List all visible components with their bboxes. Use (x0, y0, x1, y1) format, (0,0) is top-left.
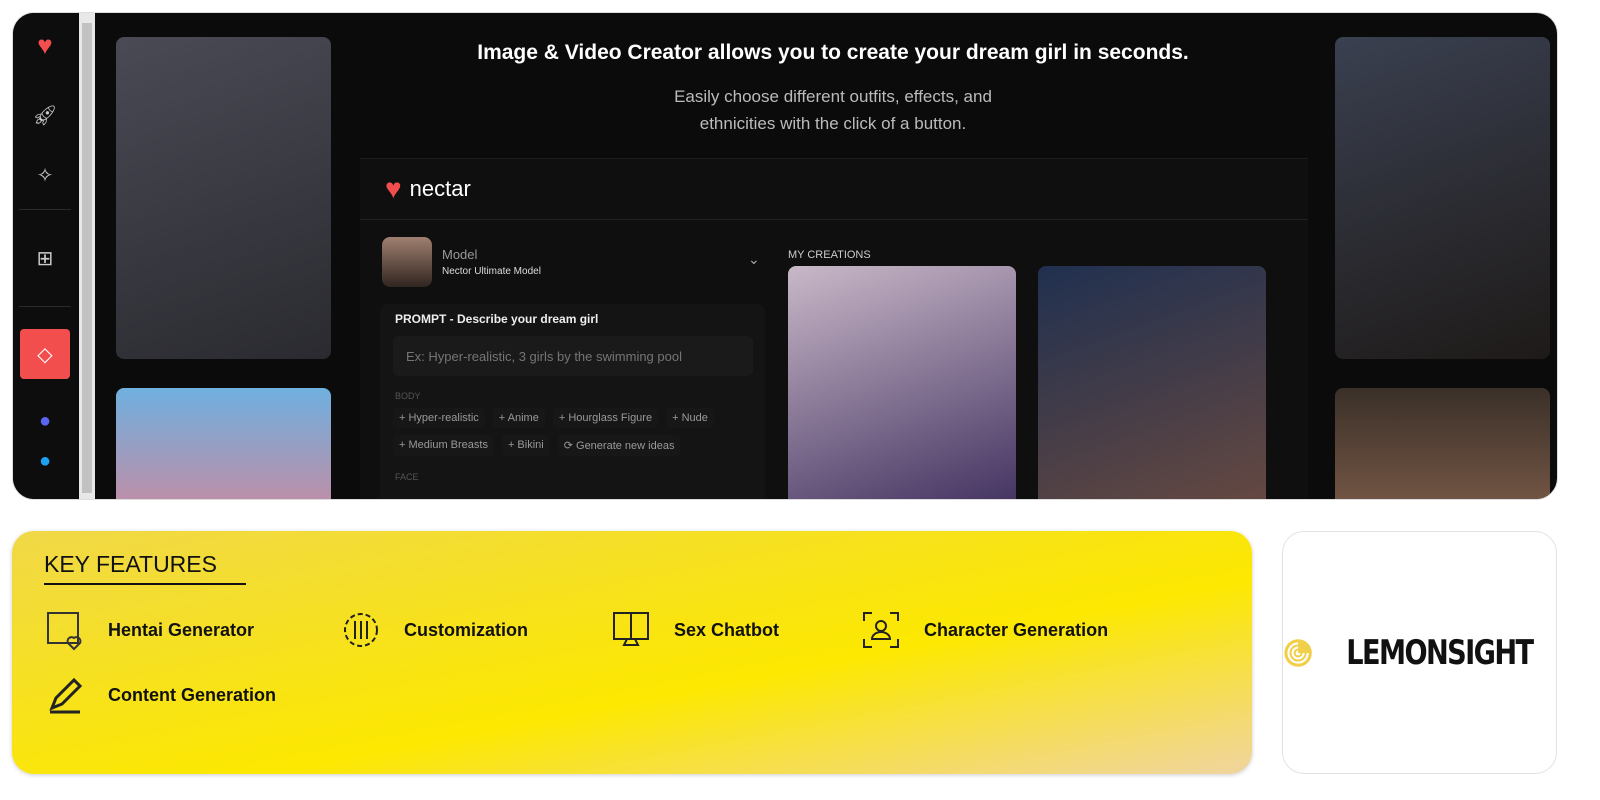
tag-chip[interactable]: + Nude (666, 408, 714, 428)
feature-item: Content Generation (44, 674, 276, 716)
model-label: Model (442, 247, 478, 262)
feature-item: Hentai Generator (44, 609, 254, 651)
user-frame-icon (863, 612, 899, 648)
discord-icon[interactable]: ● (25, 401, 65, 441)
face-label: FACE (395, 472, 419, 482)
tag-chip[interactable]: + Hourglass Figure (552, 408, 659, 428)
sidebar: ♥ 🚀︎ ✧ ⊞ ◇ ● ● (13, 13, 77, 499)
screenshot-panel: ♥ 🚀︎ ✧ ⊞ ◇ ● ● Image & Video Creator all… (12, 12, 1558, 500)
tag-chip[interactable]: + Hyper-realistic (393, 408, 485, 428)
tag-chip[interactable]: ⟳ Generate new ideas (557, 435, 681, 456)
features-title: KEY FEATURES (44, 551, 246, 585)
heart-pulse-icon: ♥ (385, 173, 402, 204)
gear-sliders-icon (344, 613, 378, 647)
lemonsight-logo: LEMONSIGHT (1282, 531, 1557, 774)
feature-label: Sex Chatbot (674, 619, 780, 640)
hero-title: Image & Video Creator allows you to crea… (477, 41, 1189, 64)
gallery-image (116, 388, 331, 499)
key-features-card: KEY FEATURES Hentai Generator Customizati… (12, 531, 1252, 774)
feature-item: Customization (340, 609, 528, 651)
creation-image[interactable] (788, 266, 1016, 499)
lemon-swirl-icon (1284, 638, 1312, 667)
chevron-down-icon[interactable]: ⌄ (748, 251, 760, 268)
model-selector[interactable]: Model Nector Ultimate Model (382, 237, 541, 287)
scrollbar[interactable] (79, 13, 95, 499)
feature-label: Character Generation (924, 619, 1109, 640)
tag-chip[interactable]: + Anime (492, 408, 545, 428)
gallery-image (1335, 37, 1550, 359)
pencil-icon (49, 677, 83, 714)
prompt-label: PROMPT - Describe your dream girl (395, 312, 599, 326)
feature-label: Hentai Generator (108, 619, 255, 640)
add-square-icon[interactable]: ⊞ (25, 238, 65, 278)
creation-image[interactable] (1038, 266, 1266, 499)
heart-pulse-icon[interactable]: ♥ (25, 25, 65, 65)
feature-label: Customization (404, 619, 528, 640)
premium-gem-button[interactable]: ◇ (20, 329, 70, 379)
monitor-gender-icon (613, 612, 649, 646)
hero-subtitle: Easily choose different outfits, effects… (674, 87, 992, 133)
gallery-heart-icon (47, 612, 82, 651)
rocket-icon[interactable]: 🚀︎ (25, 95, 65, 135)
model-value: Nector Ultimate Model (442, 266, 541, 277)
prompt-panel: PROMPT - Describe your dream girl BODY +… (380, 304, 765, 499)
body-label: BODY (395, 391, 421, 401)
my-creations-label: MY CREATIONS (788, 249, 871, 261)
divider (360, 219, 1308, 220)
gallery-image (1335, 388, 1550, 499)
gallery-image (116, 37, 331, 359)
sparkles-icon[interactable]: ✧ (25, 155, 65, 195)
feature-item: Character Generation (860, 609, 1108, 651)
model-avatar (382, 237, 432, 287)
nectar-logo: ♥ nectar (385, 173, 471, 204)
twitter-icon[interactable]: ● (25, 441, 65, 481)
feature-item: Sex Chatbot (610, 609, 779, 651)
app-preview: ♥ nectar Model Nector Ultimate Model ⌄ PRO… (360, 158, 1308, 499)
prompt-input[interactable] (393, 336, 753, 376)
tag-chip[interactable]: + Medium Breasts (393, 435, 494, 456)
feature-label: Content Generation (108, 684, 277, 705)
tag-chip[interactable]: + Bikini (501, 435, 550, 456)
